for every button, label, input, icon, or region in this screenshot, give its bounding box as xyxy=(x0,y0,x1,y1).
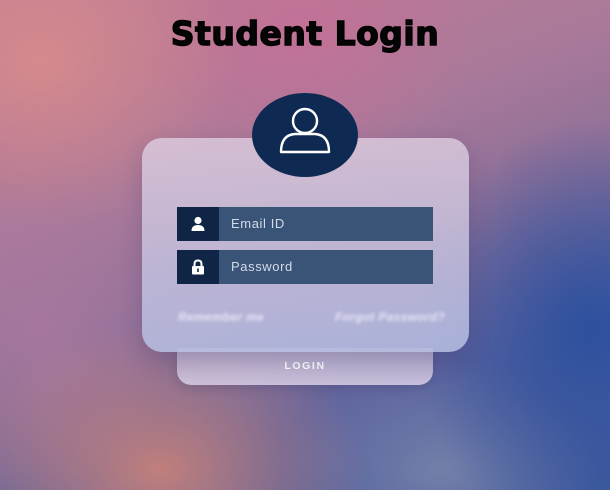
login-button[interactable]: LOGIN xyxy=(177,348,433,385)
email-field[interactable]: Email ID xyxy=(177,207,433,241)
forgot-password-link[interactable]: Forgot Password? xyxy=(335,310,445,324)
page-title: Student Login xyxy=(170,13,440,53)
remember-me-link[interactable]: Remember me xyxy=(178,310,264,324)
password-icon-box xyxy=(177,250,219,284)
user-icon xyxy=(191,216,205,231)
email-placeholder: Email ID xyxy=(231,216,285,231)
password-placeholder: Password xyxy=(231,259,293,274)
lock-icon xyxy=(192,259,204,275)
user-outline-icon xyxy=(279,107,331,154)
password-field[interactable]: Password xyxy=(177,250,433,284)
avatar xyxy=(252,93,358,177)
email-icon-box xyxy=(177,207,219,241)
